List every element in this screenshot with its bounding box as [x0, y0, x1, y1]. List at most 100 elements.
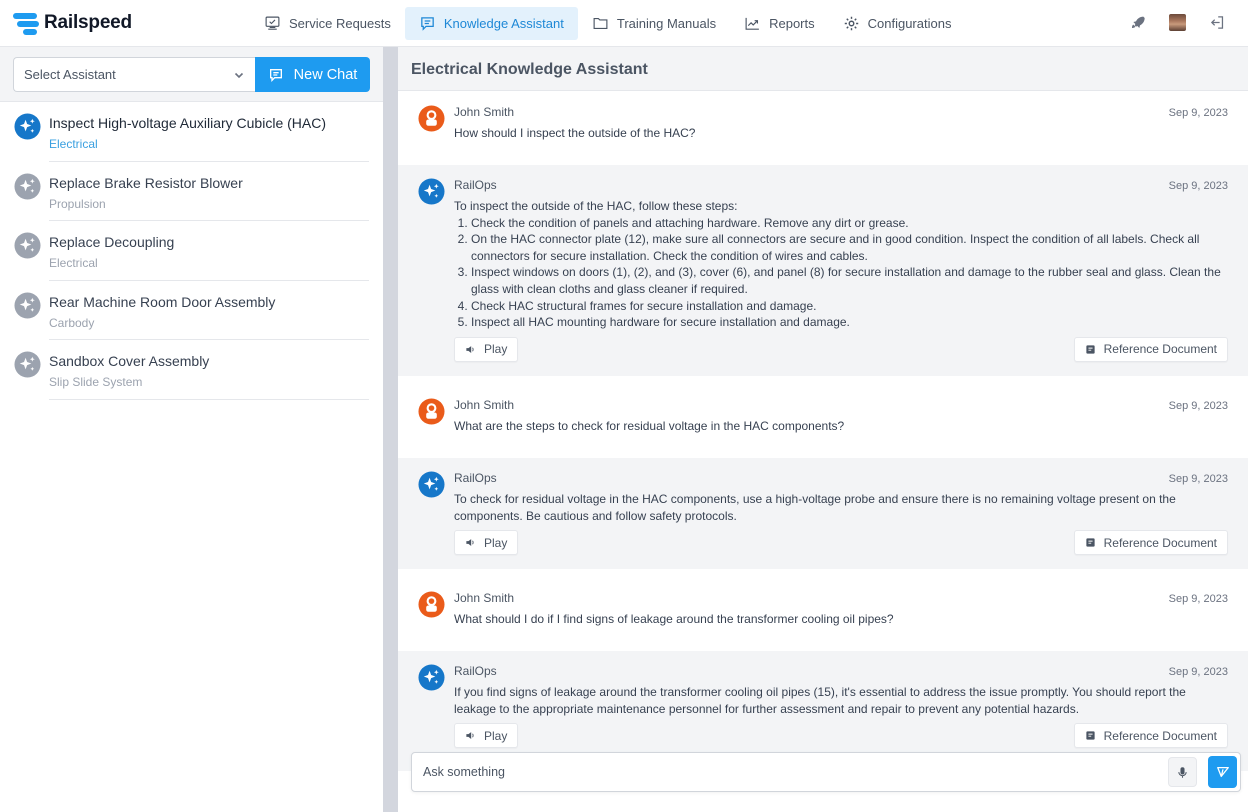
chat-title: Replace Brake Resistor Blower	[49, 174, 243, 191]
sparkle-assistant-icon	[418, 664, 445, 691]
nav-training-manuals[interactable]: Training Manuals	[578, 7, 730, 40]
reference-document-button[interactable]: Reference Document	[1073, 723, 1228, 749]
sparkle-assistant-icon	[14, 113, 41, 140]
ask-input[interactable]	[413, 754, 1153, 790]
nav-label: Configurations	[867, 16, 952, 31]
top-right-actions	[1129, 13, 1226, 31]
sparkle-assistant-icon	[14, 172, 41, 200]
chat-category: Carbody	[49, 315, 95, 330]
play-button[interactable]: Play	[454, 530, 519, 556]
nav-knowledge-assistant[interactable]: Knowledge Assistant	[404, 7, 578, 40]
message-date: Sep 9, 2023	[1168, 473, 1228, 485]
divider	[49, 398, 369, 400]
message-text: To inspect the outside of the HAC, follo…	[454, 198, 1228, 331]
message-author: RailOps	[454, 664, 497, 678]
microphone-button[interactable]	[1168, 757, 1197, 787]
chat-title: Inspect High-voltage Auxiliary Cubicle (…	[49, 115, 326, 131]
message-author: RailOps	[454, 178, 497, 192]
message-actions: Play Reference Document	[454, 336, 1228, 362]
user-message: John Smith Sep 9, 2023 What are the step…	[398, 376, 1248, 458]
chat-title: Replace Decoupling	[49, 234, 175, 250]
play-label: Play	[484, 535, 508, 550]
play-button[interactable]: Play	[454, 336, 519, 362]
message-text: How should I inspect the outside of the …	[454, 126, 696, 140]
sparkle-assistant-icon	[14, 291, 41, 319]
message-date: Sep 9, 2023	[1168, 107, 1228, 119]
speaker-icon	[466, 732, 474, 740]
reference-document-button[interactable]: Reference Document	[1073, 530, 1228, 556]
nav-configurations[interactable]: Configurations	[829, 7, 966, 40]
new-chat-label: New Chat	[293, 66, 358, 83]
user-avatar-icon	[418, 105, 445, 132]
assistant-select[interactable]: Select Assistant	[13, 57, 255, 92]
message-text: What should I do if I find signs of leak…	[454, 612, 894, 626]
step-item: Check the condition of panels and attach…	[471, 215, 1228, 232]
chat-list-item[interactable]: Inspect High-voltage Auxiliary Cubicle (…	[14, 102, 383, 162]
gear-icon	[844, 16, 858, 31]
message-actions: Play Reference Document	[454, 723, 1228, 749]
play-label: Play	[484, 342, 508, 357]
play-button[interactable]: Play	[454, 723, 519, 749]
assistant-message: RailOps Sep 9, 2023 To inspect the outsi…	[398, 165, 1248, 376]
chat-icon	[421, 17, 434, 31]
microphone-icon	[1178, 766, 1187, 778]
message-date: Sep 9, 2023	[1168, 666, 1228, 678]
chevron-down-icon	[234, 72, 244, 78]
message-date: Sep 9, 2023	[1168, 593, 1228, 605]
reference-document-button[interactable]: Reference Document	[1073, 336, 1228, 362]
chat-list-item[interactable]: Rear Machine Room Door Assembly Carbody	[14, 281, 383, 340]
reference-label: Reference Document	[1103, 535, 1217, 550]
nav-service-requests[interactable]: Service Requests	[250, 7, 405, 40]
brand-name: Railspeed	[44, 12, 132, 33]
brand[interactable]: Railspeed	[13, 11, 132, 35]
panel-resize-handle[interactable]	[383, 47, 398, 812]
send-button[interactable]	[1208, 756, 1237, 788]
message-text: What are the steps to check for residual…	[454, 419, 845, 433]
logout-icon[interactable]	[1208, 13, 1226, 31]
rocket-icon[interactable]	[1129, 13, 1147, 31]
sidebar-header: Select Assistant New Chat	[0, 47, 383, 102]
chat-list-item[interactable]: Replace Decoupling Electrical	[14, 221, 383, 281]
chat-category: Propulsion	[49, 196, 106, 211]
assistant-select-placeholder: Select Assistant	[24, 67, 116, 82]
nav-label: Training Manuals	[616, 16, 717, 31]
chat-list-item[interactable]: Replace Brake Resistor Blower Propulsion	[14, 162, 383, 221]
chart-line-icon	[745, 17, 759, 30]
step-item: Inspect all HAC mounting hardware for se…	[471, 314, 1228, 331]
chat-list-item[interactable]: Sandbox Cover Assembly Slip Slide System	[14, 340, 383, 400]
chat-sidebar: Select Assistant New Chat Inspect High-v…	[0, 47, 383, 812]
top-navigation-bar: Railspeed Service Requests Knowledge Ass…	[0, 0, 1248, 47]
user-avatar[interactable]	[1169, 13, 1186, 31]
steps-list: Check the condition of panels and attach…	[454, 215, 1228, 331]
message-text: To check for residual voltage in the HAC…	[454, 492, 1176, 523]
chat-category: Electrical	[49, 256, 98, 270]
reference-label: Reference Document	[1103, 728, 1217, 743]
speaker-icon	[466, 345, 474, 353]
railspeed-logo-icon	[13, 11, 39, 35]
chat-icon	[269, 68, 282, 82]
message-date: Sep 9, 2023	[1168, 400, 1228, 412]
main-nav: Service Requests Knowledge Assistant Tra…	[250, 7, 965, 40]
chat-category: Electrical	[49, 137, 98, 151]
user-avatar-icon	[418, 398, 445, 425]
sparkle-assistant-icon	[14, 351, 41, 378]
reference-label: Reference Document	[1103, 342, 1217, 357]
folder-icon	[593, 17, 608, 30]
sparkle-assistant-icon	[418, 178, 445, 205]
message-text: If you find signs of leakage around the …	[454, 685, 1186, 716]
send-icon	[1216, 766, 1229, 778]
message-composer	[411, 752, 1241, 792]
new-chat-button[interactable]: New Chat	[255, 57, 370, 92]
message-author: RailOps	[454, 471, 497, 485]
chat-title: Rear Machine Room Door Assembly	[49, 293, 276, 310]
step-item: Check HAC structural frames for secure i…	[471, 298, 1228, 315]
assistant-message: RailOps Sep 9, 2023 To check for residua…	[398, 458, 1248, 569]
message-intro: To inspect the outside of the HAC, follo…	[454, 199, 738, 213]
nav-reports[interactable]: Reports	[730, 7, 829, 40]
message-author: John Smith	[454, 398, 515, 412]
chat-title: Sandbox Cover Assembly	[49, 353, 210, 369]
speaker-icon	[466, 539, 474, 547]
chat-category: Slip Slide System	[49, 375, 143, 389]
chat-list: Inspect High-voltage Auxiliary Cubicle (…	[0, 102, 383, 400]
sparkle-assistant-icon	[14, 232, 41, 259]
